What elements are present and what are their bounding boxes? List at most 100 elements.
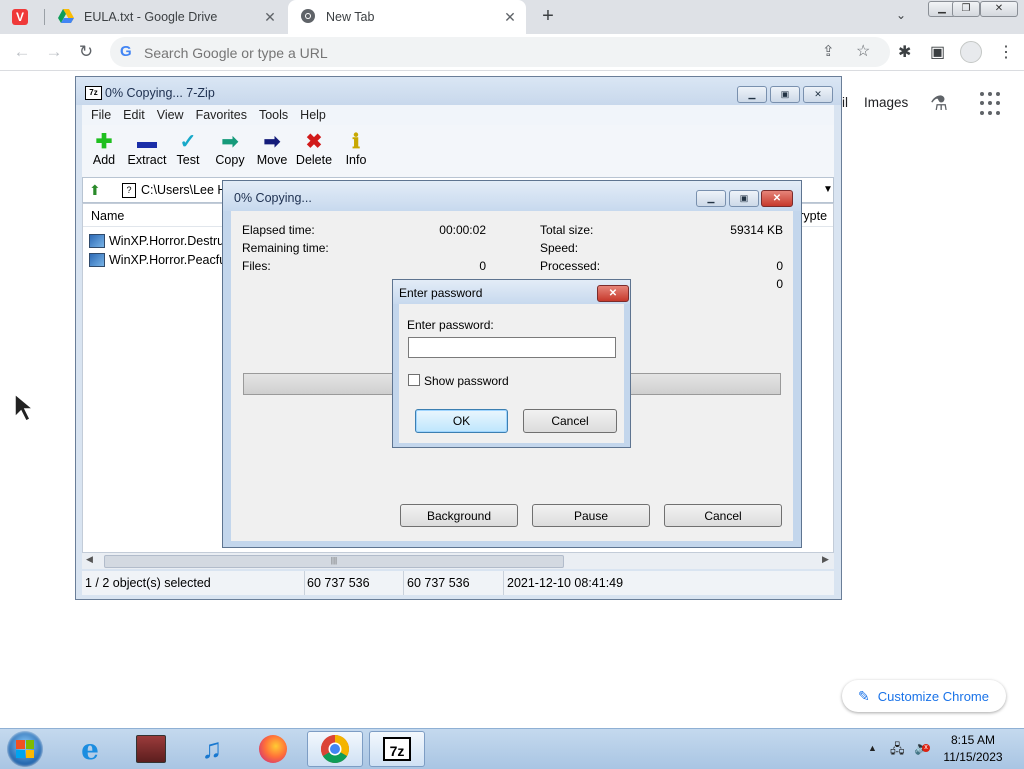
menu-edit[interactable]: Edit — [123, 105, 145, 125]
clock-date[interactable]: 11/15/2023 — [934, 750, 1012, 764]
menu-tools[interactable]: Tools — [259, 105, 288, 125]
address-input[interactable] — [142, 43, 746, 63]
images-link[interactable]: Images — [864, 95, 908, 110]
maximize-button[interactable]: ❐ — [952, 1, 980, 17]
toolbar-extract-button[interactable]: ▬ Extract — [126, 131, 168, 167]
copying-close-button[interactable]: ✕ — [761, 190, 793, 207]
google-apps-grid-icon[interactable] — [978, 90, 1006, 118]
copying-title: 0% Copying... — [234, 191, 312, 205]
delete-x-icon: ✖ — [305, 131, 323, 153]
taskbar-internet-explorer[interactable]: e — [62, 731, 118, 767]
password-label: Enter password: — [407, 318, 494, 332]
7zip-title: 0% Copying... 7-Zip — [105, 86, 215, 100]
folder-up-icon[interactable]: ⬆ — [89, 182, 101, 199]
path-field[interactable]: C:\Users\Lee Ha — [141, 183, 233, 197]
show-password-checkbox[interactable] — [408, 374, 420, 386]
scroll-right-icon[interactable]: ▶ — [822, 554, 829, 565]
toolbar-test-button[interactable]: ✓ Test — [168, 131, 208, 167]
reload-button[interactable]: ↻ — [74, 40, 98, 64]
tab-title: EULA.txt - Google Drive — [84, 10, 218, 24]
tab-close-icon[interactable]: ✕ — [500, 9, 520, 26]
processed-value: 0 — [776, 259, 783, 273]
toolbar-copy-button[interactable]: ➡ Copy — [210, 131, 250, 167]
windows-logo-icon — [16, 740, 34, 758]
menu-favorites[interactable]: Favorites — [196, 105, 247, 125]
pencil-icon: ✎ — [858, 687, 870, 704]
7zip-close-button[interactable]: ✕ — [803, 86, 833, 103]
status-size: 60 737 536 — [307, 576, 370, 590]
show-hidden-icons-icon[interactable]: ▲ — [868, 743, 877, 753]
folder-icon: ? — [122, 183, 136, 198]
share-icon[interactable]: ⇪ — [822, 42, 835, 60]
list-item[interactable]: WinXP.Horror.Peacful — [89, 251, 229, 269]
tab-search-chevron-icon[interactable]: ⌄ — [896, 8, 906, 22]
pause-button[interactable]: Pause — [532, 504, 650, 527]
omnibox[interactable]: G ⇪ ☆ — [110, 37, 890, 67]
plus-icon: ✚ — [95, 131, 113, 153]
bookmark-star-icon[interactable]: ☆ — [856, 41, 870, 61]
toolbar-add-button[interactable]: ✚ Add — [84, 131, 124, 167]
7zip-maximize-button[interactable]: ▣ — [770, 86, 800, 103]
start-button[interactable] — [7, 731, 43, 767]
new-tab-button[interactable]: + — [536, 4, 560, 28]
tab-close-icon[interactable]: ✕ — [260, 9, 280, 26]
show-password-label[interactable]: Show password — [424, 374, 509, 388]
horizontal-scrollbar[interactable]: ◀ ||| ▶ — [82, 553, 834, 569]
file-name: WinXP.Horror.Peacful — [109, 253, 229, 267]
toolbar-delete-button[interactable]: ✖ Delete — [294, 131, 334, 167]
back-button[interactable]: ← — [10, 40, 34, 64]
column-name[interactable]: Name — [91, 209, 124, 223]
background-button[interactable]: Background — [400, 504, 518, 527]
scroll-left-icon[interactable]: ◀ — [86, 554, 93, 565]
tab-google-drive[interactable]: EULA.txt - Google Drive ✕ — [46, 0, 286, 34]
taskbar-media-center[interactable] — [123, 731, 179, 767]
7zip-titlebar[interactable]: 7z 0% Copying... 7-Zip ▁ ▣ ✕ — [76, 77, 841, 105]
password-title: Enter password — [399, 286, 483, 300]
toolbar-label: Extract — [127, 153, 167, 167]
path-dropdown-icon[interactable]: ▼ — [823, 184, 833, 195]
labs-flask-icon[interactable]: ⚗ — [930, 91, 948, 116]
gmail-link[interactable]: il — [842, 95, 848, 110]
copying-maximize-button[interactable]: ▣ — [729, 190, 759, 207]
toolbar-move-button[interactable]: ➡ Move — [252, 131, 292, 167]
copying-minimize-button[interactable]: ▁ — [696, 190, 726, 207]
tab-pinned-vivaldi[interactable]: V — [0, 0, 44, 34]
toolbar-info-button[interactable]: ℹ Info — [336, 131, 376, 167]
tab-new-tab[interactable]: New Tab ✕ — [288, 0, 526, 34]
7zip-minimize-button[interactable]: ▁ — [737, 86, 767, 103]
menu-view[interactable]: View — [157, 105, 184, 125]
side-panel-icon[interactable]: ▣ — [930, 42, 945, 62]
copying-titlebar[interactable]: 0% Copying... ▁ ▣ ✕ — [223, 181, 801, 211]
clock-time[interactable]: 8:15 AM — [934, 733, 1012, 747]
processed-label: Processed: — [540, 259, 601, 273]
password-titlebar[interactable]: Enter password ✕ — [393, 280, 630, 304]
taskbar-7zip[interactable]: 7z — [369, 731, 425, 767]
remaining-label: Remaining time: — [242, 241, 329, 255]
menu-file[interactable]: File — [91, 105, 111, 125]
cancel-button[interactable]: Cancel — [523, 409, 617, 433]
ok-button[interactable]: OK — [415, 409, 508, 433]
close-window-button[interactable]: ✕ — [980, 1, 1018, 17]
network-icon[interactable]: 🖧 — [890, 740, 905, 762]
volume-muted-icon[interactable]: 🔈x — [914, 740, 930, 756]
extensions-puzzle-icon[interactable]: ✱ — [898, 42, 911, 62]
password-close-button[interactable]: ✕ — [597, 285, 629, 302]
file-icon — [89, 234, 105, 248]
forward-button[interactable]: → — [42, 40, 66, 64]
status-separator — [403, 571, 404, 595]
cancel-copy-button[interactable]: Cancel — [664, 504, 782, 527]
profile-avatar[interactable] — [960, 41, 982, 63]
scrollbar-thumb[interactable]: ||| — [104, 555, 564, 568]
7zip-toolbar: ✚ Add ▬ Extract ✓ Test ➡ Copy ➡ Move ✖ Delete … — [82, 125, 834, 177]
files-label: Files: — [242, 259, 271, 273]
customize-chrome-button[interactable]: ✎ Customize Chrome — [842, 680, 1006, 712]
taskbar-itunes[interactable]: ♫ — [184, 731, 240, 767]
toolbar-label: Move — [256, 153, 288, 167]
password-input[interactable] — [408, 337, 616, 358]
list-item[interactable]: WinXP.Horror.Destruc — [89, 232, 230, 250]
taskbar-chrome[interactable] — [307, 731, 363, 767]
taskbar-firefox[interactable] — [245, 731, 301, 767]
menu-kebab-icon[interactable]: ⋮ — [998, 42, 1014, 62]
menu-help[interactable]: Help — [300, 105, 326, 125]
chrome-icon — [300, 8, 316, 27]
